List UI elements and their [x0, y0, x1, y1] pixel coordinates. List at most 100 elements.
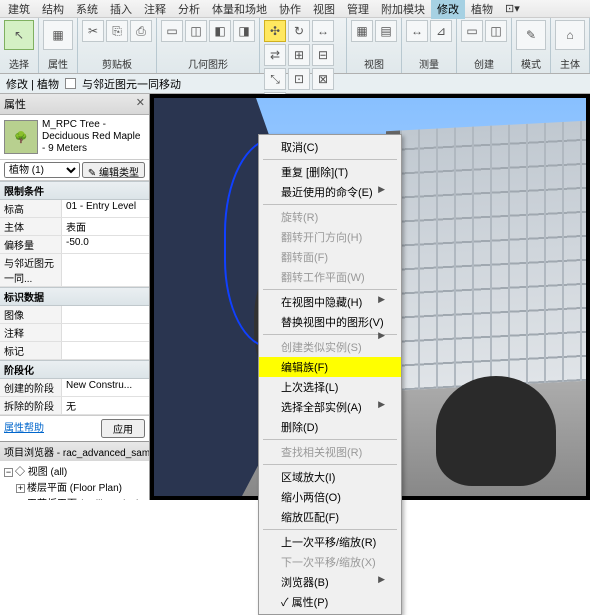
context-menu-item[interactable]: 最近使用的命令(E)▶ — [259, 182, 401, 202]
geo-button[interactable]: ▭ — [161, 20, 183, 42]
menu-item[interactable]: 注释 — [138, 0, 172, 19]
properties-help-link[interactable]: 属性帮助 — [4, 419, 44, 438]
prop-value[interactable] — [62, 324, 149, 341]
create-button[interactable]: ▭ — [461, 20, 483, 42]
ribbon: ↖ 选择 ▦ 属性 ✂ ⎘ ⎙ 剪贴板 ▭ ◫ ◧ ◨ 几何图形 ✣ ↻ ↔ ⇄… — [0, 18, 590, 74]
menu-item-active[interactable]: 修改 — [431, 0, 465, 19]
context-menu-item[interactable]: 上一次平移/缩放(R) — [259, 532, 401, 552]
prop-key: 拆除的阶段 — [0, 397, 62, 414]
properties-button[interactable]: ▦ — [43, 20, 73, 50]
context-menu-item[interactable]: 取消(C) — [259, 137, 401, 157]
submenu-arrow-icon: ▶ — [378, 574, 385, 585]
move-with-nearby-checkbox[interactable] — [65, 78, 76, 89]
menu-item[interactable]: 插入 — [104, 0, 138, 19]
measure-button[interactable]: ⊿ — [430, 20, 452, 42]
tree-node[interactable]: +楼层平面 (Floor Plan) — [4, 479, 145, 495]
prop-value[interactable] — [62, 342, 149, 359]
ribbon-label: 属性 — [43, 54, 73, 71]
mod-button[interactable]: ↔ — [312, 20, 334, 42]
expand-icon[interactable]: + — [16, 484, 25, 493]
prop-section: 限制条件 — [0, 181, 149, 200]
menu-item[interactable]: 分析 — [172, 0, 206, 19]
menu-item[interactable]: 协作 — [273, 0, 307, 19]
left-dock: 属性 ✕ 🌳 M_RPC Tree - Deciduous Red Maple … — [0, 94, 150, 500]
mod-button[interactable]: ⇄ — [264, 44, 286, 66]
prop-value[interactable]: New Constru... — [62, 379, 149, 396]
ribbon-group-select: ↖ 选择 — [0, 18, 39, 73]
mod-button[interactable]: ⊠ — [312, 68, 334, 90]
menu-item[interactable]: 建筑 — [2, 0, 36, 19]
ribbon-group-clipboard: ✂ ⎘ ⎙ 剪贴板 — [78, 18, 157, 73]
apply-button[interactable]: 应用 — [101, 419, 145, 438]
edit-type-button[interactable]: ✎ 编辑类型 — [82, 162, 145, 178]
submenu-arrow-icon: ▶ — [378, 399, 385, 410]
mod-button[interactable]: ⊞ — [288, 44, 310, 66]
submenu-arrow-icon: ▶ — [378, 294, 385, 305]
context-menu-item[interactable]: 选择全部实例(A)▶ — [259, 397, 401, 417]
prop-value[interactable] — [62, 306, 149, 323]
checkbox-label: 与邻近图元一同移动 — [82, 76, 181, 92]
cut-button[interactable]: ✂ — [82, 20, 104, 42]
context-menu-item[interactable]: 缩放匹配(F) — [259, 507, 401, 527]
mod-button[interactable]: ⊡ — [288, 68, 310, 90]
menu-item[interactable]: 结构 — [36, 0, 70, 19]
menu-item[interactable]: 管理 — [341, 0, 375, 19]
tree-shadow — [436, 376, 556, 486]
menu-item[interactable]: 附加模块 — [375, 0, 431, 19]
create-button[interactable]: ◫ — [485, 20, 507, 42]
type-selector[interactable]: 🌳 M_RPC Tree - Deciduous Red Maple - 9 M… — [0, 115, 149, 160]
prop-value[interactable]: 表面 — [62, 218, 149, 235]
context-menu-item[interactable]: 上次选择(L) — [259, 377, 401, 397]
menu-item[interactable]: 视图 — [307, 0, 341, 19]
prop-value[interactable]: -50.0 — [62, 236, 149, 253]
geo-button[interactable]: ◫ — [185, 20, 207, 42]
prop-section: 阶段化 — [0, 360, 149, 379]
view-button[interactable]: ▤ — [375, 20, 397, 42]
context-menu-item[interactable]: 区域放大(I) — [259, 467, 401, 487]
modify-button[interactable]: ↖ — [4, 20, 34, 50]
tree-root[interactable]: −◇ 视图 (all) — [4, 463, 145, 479]
move-button[interactable]: ✣ — [264, 20, 286, 42]
prop-section: 标识数据 — [0, 287, 149, 306]
paste-button[interactable]: ⎙ — [130, 20, 152, 42]
prop-value[interactable]: 无 — [62, 397, 149, 414]
context-menu-item[interactable]: 重复 [删除](T) — [259, 162, 401, 182]
context-menu-item[interactable]: ✓ 属性(P) — [259, 592, 401, 612]
menu-item[interactable]: 植物 — [465, 0, 499, 19]
menu-overflow-icon[interactable]: ⊡▾ — [499, 0, 526, 17]
copy-button[interactable]: ⎘ — [106, 20, 128, 42]
submenu-arrow-icon: ▶ — [378, 330, 385, 341]
geo-button[interactable]: ◧ — [209, 20, 231, 42]
geo-button[interactable]: ◨ — [233, 20, 255, 42]
prop-value[interactable] — [62, 254, 149, 286]
close-icon[interactable]: ✕ — [136, 96, 145, 112]
context-menu-item[interactable]: 替换视图中的图形(V)▶ — [259, 312, 401, 332]
context-label: 修改 | 植物 — [6, 76, 59, 92]
edit-family-button[interactable]: ✎ — [516, 20, 546, 50]
context-menu-item[interactable]: 编辑族(F) — [259, 357, 401, 377]
building-model — [386, 121, 586, 391]
mod-button[interactable]: ↻ — [288, 20, 310, 42]
context-menu-item[interactable]: 在视图中隐藏(H)▶ — [259, 292, 401, 312]
ribbon-group-mode: ✎ 模式 — [512, 18, 551, 73]
ribbon-label: 剪贴板 — [82, 54, 152, 71]
mod-button[interactable]: ⊟ — [312, 44, 334, 66]
properties-panel-title: 属性 ✕ — [0, 94, 149, 115]
pick-host-button[interactable]: ⌂ — [555, 20, 585, 50]
mod-button[interactable]: ⤡ — [264, 68, 286, 90]
context-menu-item: 旋转(R) — [259, 207, 401, 227]
context-menu-item[interactable]: 缩小两倍(O) — [259, 487, 401, 507]
category-filter-select[interactable]: 植物 (1) — [4, 162, 80, 178]
ribbon-label: 几何图形 — [161, 54, 255, 71]
menu-item[interactable]: 体量和场地 — [206, 0, 273, 19]
menu-item[interactable]: 系统 — [70, 0, 104, 19]
prop-value[interactable]: 01 - Entry Level — [62, 200, 149, 217]
menu-separator — [263, 439, 397, 440]
expand-icon[interactable]: − — [4, 468, 13, 477]
measure-button[interactable]: ↔ — [406, 20, 428, 42]
context-menu-item[interactable]: 浏览器(B)▶ — [259, 572, 401, 592]
context-menu-item[interactable]: 删除(D) — [259, 417, 401, 437]
tree-node[interactable]: +天花板平面 (Ceiling Plan) — [4, 495, 145, 500]
view-button[interactable]: ▦ — [351, 20, 373, 42]
browser-title: 项目浏览器 - rac_advanced_sample_... — [0, 442, 149, 461]
